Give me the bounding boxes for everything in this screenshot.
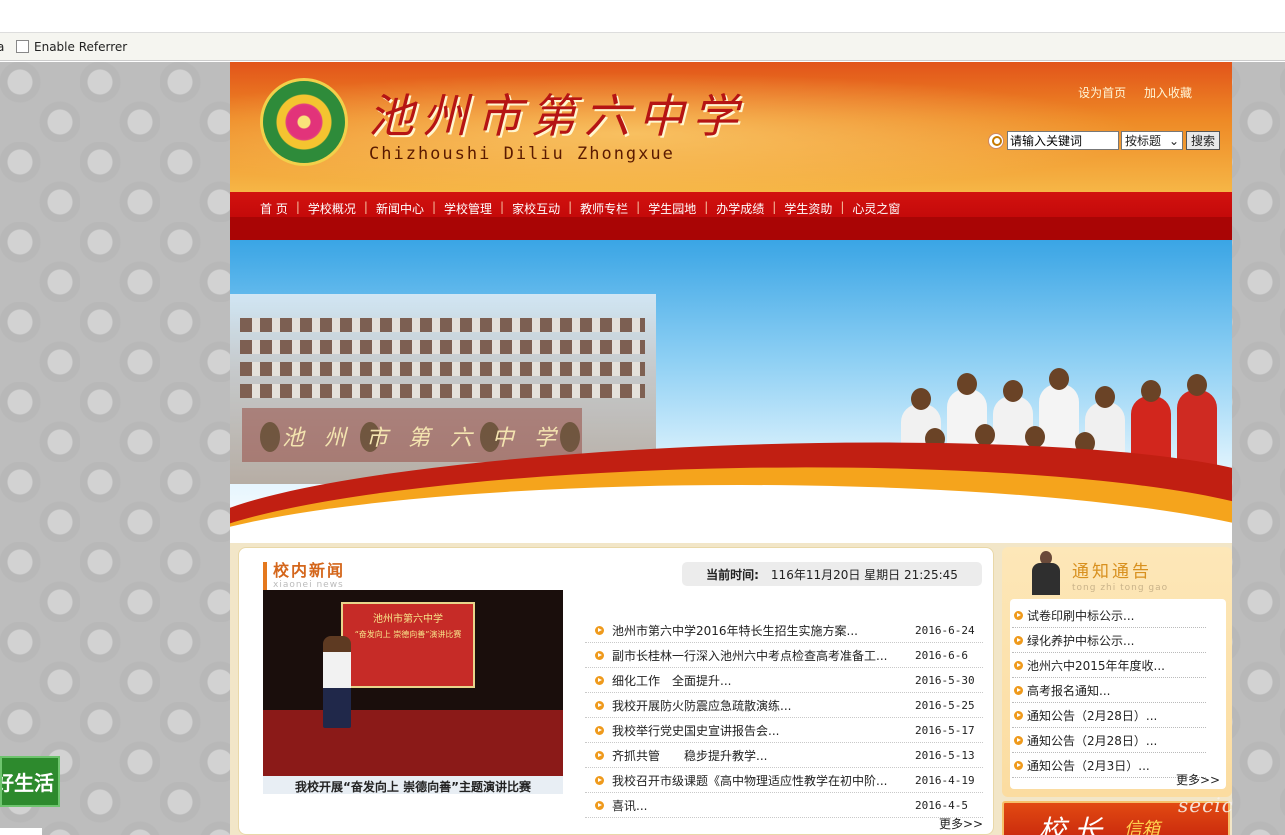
arrow-bullet-icon <box>1014 735 1023 745</box>
content-area: 校内新闻 xiaonei news 当前时间: 116年11月20日 星期日 2… <box>230 543 1232 835</box>
news-item[interactable]: 我校开展防火防震应急疏散演练... 2016-5-25 <box>585 693 983 718</box>
side-fragment <box>0 828 42 835</box>
news-item[interactable]: 我校举行党史国史宣讲报告会... 2016-5-17 <box>585 718 983 743</box>
nav-item-teachers[interactable]: 教师专栏 <box>574 200 634 217</box>
top-links: 设为首页 加入收藏 <box>1064 84 1192 101</box>
nav-lower-band <box>230 217 1232 240</box>
news-item[interactable]: 喜讯... 2016-4-5 <box>585 793 983 818</box>
site-header: 池州市第六中学 Chizhoushi Diliu Zhongxue 设为首页 加… <box>230 62 1232 192</box>
truncated-label: a <box>0 39 5 54</box>
arrow-bullet-icon <box>595 625 604 635</box>
presenter-icon <box>1026 549 1066 597</box>
photo-caption[interactable]: 我校开展“奋发向上 崇德向善”主题演讲比赛 <box>263 776 563 794</box>
arrow-bullet-icon <box>595 750 604 760</box>
notice-more-link[interactable]: 更多>> <box>1176 771 1220 788</box>
arrow-bullet-icon <box>1014 610 1023 620</box>
school-news-panel: 校内新闻 xiaonei news 当前时间: 116年11月20日 星期日 2… <box>238 547 994 835</box>
arrow-bullet-icon <box>595 700 604 710</box>
nav-item-school-overview[interactable]: 学校概况 <box>302 200 362 217</box>
add-favorite-link[interactable]: 加入收藏 <box>1144 86 1192 100</box>
notice-item[interactable]: 通知公告（2月28日）... <box>1012 703 1206 728</box>
search-scope-select[interactable]: 按标题 ⌄ <box>1121 131 1183 150</box>
notice-item[interactable]: 通知公告（2月28日）... <box>1012 728 1206 753</box>
news-item[interactable]: 细化工作 全面提升... 2016-5-30 <box>585 668 983 693</box>
arrow-bullet-icon <box>595 775 604 785</box>
nav-item-achievements[interactable]: 办学成绩 <box>710 200 770 217</box>
arrow-bullet-icon <box>1014 660 1023 670</box>
watermark: secic <box>1178 793 1232 817</box>
arrow-bullet-icon <box>595 800 604 810</box>
news-more-link[interactable]: 更多>> <box>939 815 983 832</box>
arrow-bullet-icon <box>1014 635 1023 645</box>
nav-item-home[interactable]: 首 页 <box>254 200 294 217</box>
current-time: 当前时间: 116年11月20日 星期日 21:25:45 <box>682 562 982 586</box>
notice-panel: 通知通告 tong zhi tong gao 试卷印刷中标公示... 绿化养护中… <box>1002 547 1232 797</box>
nav-item-student-aid[interactable]: 学生资助 <box>778 200 838 217</box>
search-input[interactable] <box>1007 131 1119 150</box>
nav-item-school-management[interactable]: 学校管理 <box>438 200 498 217</box>
notice-item[interactable]: 池州六中2015年年度收... <box>1012 653 1206 678</box>
enable-referrer-label[interactable]: Enable Referrer <box>34 40 127 54</box>
nav-item-students[interactable]: 学生园地 <box>642 200 702 217</box>
nav-item-home-school[interactable]: 家校互动 <box>506 200 566 217</box>
notice-item[interactable]: 高考报名通知... <box>1012 678 1206 703</box>
site-subtitle: Chizhoushi Diliu Zhongxue <box>369 144 675 164</box>
nav-item-mind-window[interactable]: 心灵之窗 <box>846 200 906 217</box>
browser-top-area <box>0 0 1285 33</box>
search-button[interactable]: 搜索 <box>1186 131 1221 150</box>
arrow-bullet-icon <box>1014 760 1023 770</box>
arrow-bullet-icon <box>1014 710 1023 720</box>
arrow-bullet-icon <box>595 675 604 685</box>
arrow-bullet-icon <box>595 725 604 735</box>
set-homepage-link[interactable]: 设为首页 <box>1078 86 1126 100</box>
school-website: 池州市第六中学 Chizhoushi Diliu Zhongxue 设为首页 加… <box>230 62 1232 835</box>
news-list: 池州市第六中学2016年特长生招生实施方案... 2016-6-24 副市长桂林一… <box>585 618 983 818</box>
school-logo <box>260 78 348 166</box>
hero-banner: 池州市第六中学 <box>230 240 1232 543</box>
banner-sign-text: 池州市第六中学 <box>282 426 577 451</box>
site-search: 按标题 ⌄ 搜索 <box>988 131 1221 150</box>
nav-item-news-center[interactable]: 新闻中心 <box>370 200 430 217</box>
enable-referrer-checkbox[interactable] <box>16 40 29 53</box>
stage-screen: 池州市第六中学 “奋发向上 崇德向善”演讲比赛 <box>341 602 475 688</box>
search-icon <box>988 132 1004 149</box>
notice-heading: 通知通告 tong zhi tong gao <box>1010 549 1230 597</box>
flower-emblem-icon <box>287 105 321 139</box>
speaker-figure <box>323 636 351 728</box>
news-item[interactable]: 齐抓共管 稳步提升教学... 2016-5-13 <box>585 743 983 768</box>
news-item[interactable]: 我校召开市级课题《高中物理适应性教学在初中阶... 2016-4-19 <box>585 768 983 793</box>
notice-list: 试卷印刷中标公示... 绿化养护中标公示... 池州六中2015年年度收... … <box>1010 599 1226 789</box>
site-title: 池州市第六中学 <box>368 89 746 143</box>
side-advertisement[interactable]: 好生活 <box>0 756 60 807</box>
arrow-bullet-icon <box>1014 685 1023 695</box>
notice-item[interactable]: 试卷印刷中标公示... <box>1012 603 1206 628</box>
news-item[interactable]: 池州市第六中学2016年特长生招生实施方案... 2016-6-24 <box>585 618 983 643</box>
chevron-down-icon: ⌄ <box>1168 133 1179 148</box>
arrow-bullet-icon <box>595 650 604 660</box>
news-item[interactable]: 副市长桂林一行深入池州六中考点检查高考准备工... 2016-6-6 <box>585 643 983 668</box>
referrer-bar: a Enable Referrer <box>0 33 1285 61</box>
news-heading: 校内新闻 xiaonei news <box>263 562 345 590</box>
news-photo[interactable]: 池州市第六中学 “奋发向上 崇德向善”演讲比赛 <box>263 590 563 776</box>
notice-item[interactable]: 绿化养护中标公示... <box>1012 628 1206 653</box>
main-navigation: 首 页 | 学校概况 | 新闻中心 | 学校管理 | 家校互动 | 教师专栏 | 学生园地 |… <box>230 192 1232 240</box>
